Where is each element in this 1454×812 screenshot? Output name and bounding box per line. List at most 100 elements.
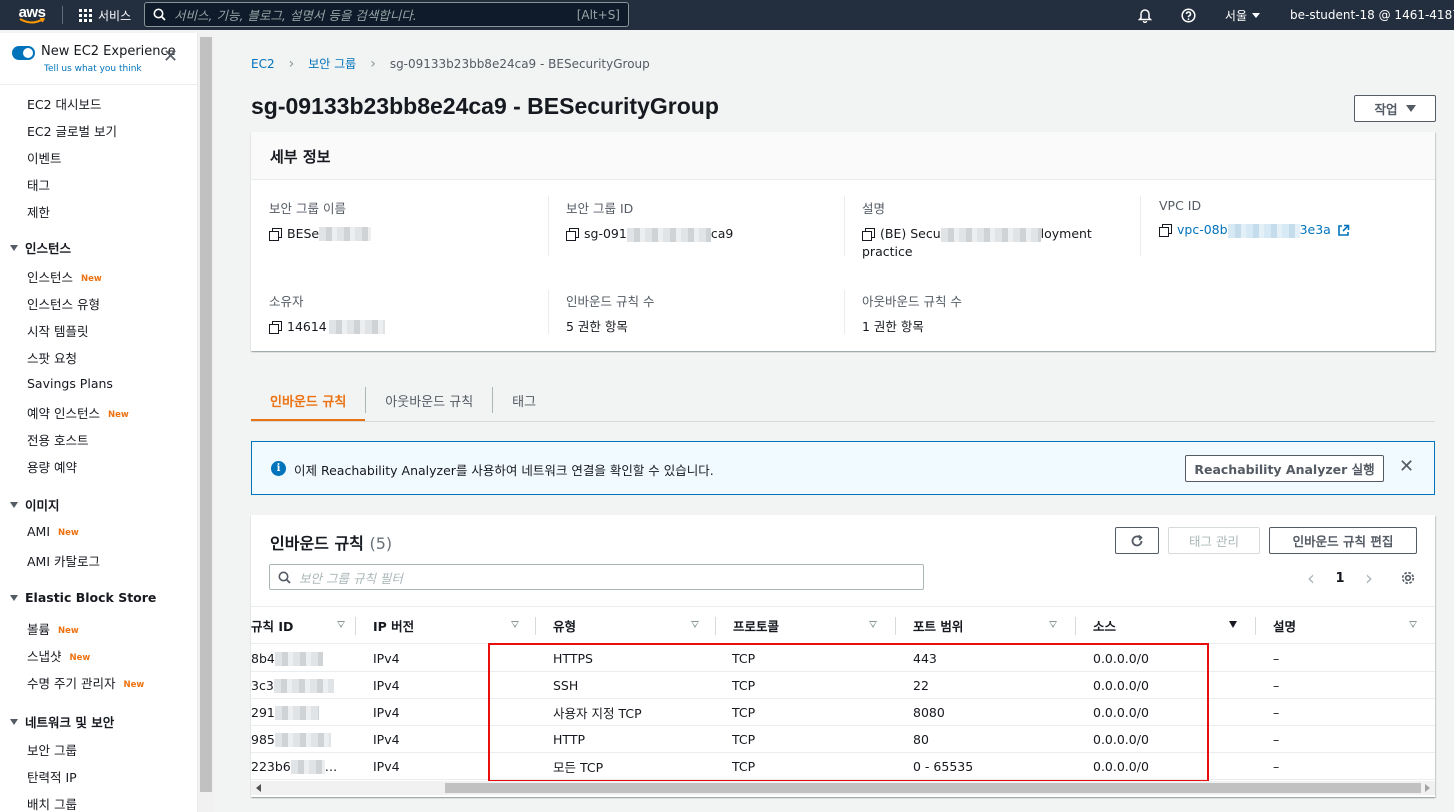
rules-filter-input[interactable]: 보안 그룹 규칙 필터 xyxy=(269,564,924,590)
column-header-rule-id[interactable]: 규칙 ID xyxy=(251,607,345,643)
column-header-description[interactable]: 설명 xyxy=(1273,607,1417,643)
sidebar-item-capacity-reservations[interactable]: 용량 예약 xyxy=(27,457,77,476)
vpc-id-link[interactable]: vpc-08b 3e3a xyxy=(1177,221,1331,239)
sidebar-item-savings-plans[interactable]: Savings Plans xyxy=(27,376,113,391)
sort-icon[interactable] xyxy=(1409,621,1417,628)
column-divider[interactable] xyxy=(1255,617,1256,635)
run-reachability-analyzer-button[interactable]: Reachability Analyzer 실행 xyxy=(1185,455,1384,482)
sort-icon[interactable] xyxy=(337,621,345,628)
sidebar-item-tags[interactable]: 태그 xyxy=(27,175,50,194)
sort-icon[interactable] xyxy=(869,621,877,628)
scrollbar-thumb[interactable] xyxy=(445,783,1421,793)
rules-table-header: 규칙 ID IP 버전 유형 프로토콜 포트 범위 소스 설명 xyxy=(251,606,1435,644)
global-search-input[interactable]: 서비스, 기능, 블로그, 설명서 등을 검색합니다. [Alt+S] xyxy=(144,2,629,27)
sort-icon[interactable] xyxy=(1049,621,1057,628)
sidebar-item-events[interactable]: 이벤트 xyxy=(27,148,62,167)
owner-value: 14614 xyxy=(287,319,327,334)
close-icon[interactable]: ✕ xyxy=(1399,457,1414,477)
cell-ip-version: IPv4 xyxy=(373,732,400,747)
column-divider[interactable] xyxy=(535,617,536,635)
chevron-right-icon: › xyxy=(288,55,295,72)
sidebar-item-volumes[interactable]: 볼륨 New xyxy=(27,619,79,638)
caret-down-icon xyxy=(10,501,18,508)
sort-icon[interactable] xyxy=(511,621,519,628)
column-divider[interactable] xyxy=(355,617,356,635)
sidebar-item-instances[interactable]: 인스턴스 New xyxy=(27,267,102,286)
redacted-mask xyxy=(290,759,325,774)
region-selector[interactable]: 서울 xyxy=(1211,7,1274,24)
sidebar-item-ami[interactable]: AMI New xyxy=(27,524,79,539)
refresh-button[interactable] xyxy=(1115,527,1159,554)
breadcrumb-ec2[interactable]: EC2 xyxy=(251,57,275,71)
chevron-down-icon xyxy=(1252,12,1260,18)
scroll-right-icon[interactable] xyxy=(1425,784,1430,792)
search-icon xyxy=(278,571,291,584)
sidebar-item-dedicated-hosts[interactable]: 전용 호스트 xyxy=(27,430,88,449)
sidebar-item-limits[interactable]: 제한 xyxy=(27,202,50,221)
breadcrumb-current: sg-09133b23bb8e24ca9 - BESecurityGroup xyxy=(389,56,650,71)
sg-name-field: 보안 그룹 이름 BESe xyxy=(269,198,539,243)
sidebar-item-reserved-instances[interactable]: 예약 인스턴스 New xyxy=(27,403,129,422)
actions-button[interactable]: 작업 xyxy=(1354,95,1436,122)
caret-down-icon xyxy=(10,244,18,251)
previous-page-icon[interactable]: ‹ xyxy=(1307,566,1329,590)
sidebar-item-ami-catalog[interactable]: AMI 카탈로그 xyxy=(27,551,100,570)
tab-outbound-rules[interactable]: 아웃바운드 규칙 xyxy=(366,378,492,422)
gear-icon[interactable] xyxy=(1400,570,1416,586)
scroll-left-icon[interactable] xyxy=(256,784,261,792)
aws-logo[interactable]: aws xyxy=(10,0,54,30)
sidebar-item-spot-requests[interactable]: 스팟 요청 xyxy=(27,348,77,367)
services-menu[interactable]: 서비스 xyxy=(79,7,131,24)
column-header-source[interactable]: 소스 xyxy=(1093,607,1237,643)
sidebar-item-launch-templates[interactable]: 시작 템플릿 xyxy=(27,321,88,340)
sidebar-item-instance-types[interactable]: 인스턴스 유형 xyxy=(27,294,100,313)
tab-underline xyxy=(251,421,1435,422)
sidebar-item-security-groups[interactable]: 보안 그룹 xyxy=(27,740,77,759)
tab-tags[interactable]: 태그 xyxy=(493,378,555,422)
sidebar-item-dashboard[interactable]: EC2 대시보드 xyxy=(27,94,102,113)
copy-icon[interactable] xyxy=(269,321,282,334)
sidebar-scrollbar[interactable] xyxy=(198,33,214,812)
feedback-link[interactable]: Tell us what you think xyxy=(44,64,142,74)
tab-inbound-rules[interactable]: 인바운드 규칙 xyxy=(251,378,366,422)
column-header-protocol[interactable]: 프로토콜 xyxy=(733,607,877,643)
column-divider[interactable] xyxy=(1075,617,1076,635)
help-button[interactable] xyxy=(1167,7,1211,23)
column-header-type[interactable]: 유형 xyxy=(553,607,699,643)
sidebar-item-global-view[interactable]: EC2 글로벌 보기 xyxy=(27,121,117,140)
inbound-count-label: 인바운드 규칙 수 xyxy=(566,294,655,309)
new-experience-toggle[interactable] xyxy=(12,46,35,60)
sidebar-section-images[interactable]: 이미지 xyxy=(10,495,60,514)
sidebar-section-network-security[interactable]: 네트워크 및 보안 xyxy=(10,712,114,731)
copy-icon[interactable] xyxy=(1159,224,1172,237)
table-horizontal-scrollbar[interactable] xyxy=(251,781,1435,795)
copy-icon[interactable] xyxy=(269,228,282,241)
external-link-icon[interactable] xyxy=(1337,224,1350,237)
manage-tags-button[interactable]: 태그 관리 xyxy=(1168,527,1260,554)
breadcrumb-security-groups[interactable]: 보안 그룹 xyxy=(308,55,356,72)
column-divider[interactable] xyxy=(715,617,716,635)
column-divider xyxy=(844,196,845,256)
sidebar-item-lifecycle-manager[interactable]: 수명 주기 관리자 New xyxy=(27,673,144,692)
inbound-count-field: 인바운드 규칙 수 5 권한 항목 xyxy=(566,291,836,336)
sidebar-item-snapshots[interactable]: 스냅샷 New xyxy=(27,646,90,665)
column-header-ip-version[interactable]: IP 버전 xyxy=(373,607,519,643)
sidebar-section-ebs[interactable]: Elastic Block Store xyxy=(10,590,156,605)
notifications-button[interactable] xyxy=(1123,8,1167,23)
account-menu[interactable]: be-student-18 @ 1461-4187-752 xyxy=(1274,8,1454,22)
scrollbar-thumb[interactable] xyxy=(200,37,212,792)
column-divider[interactable] xyxy=(895,617,896,635)
sort-icon[interactable] xyxy=(691,621,699,628)
page-number[interactable]: 1 xyxy=(1329,571,1351,586)
sidebar-item-placement-groups[interactable]: 배치 그룹 xyxy=(27,794,77,812)
redacted-mask xyxy=(626,227,711,242)
copy-icon[interactable] xyxy=(566,228,579,241)
edit-inbound-rules-button[interactable]: 인바운드 규칙 편집 xyxy=(1269,527,1417,554)
next-page-icon[interactable]: › xyxy=(1351,566,1373,590)
column-header-port-range[interactable]: 포트 범위 xyxy=(913,607,1057,643)
sidebar-item-elastic-ip[interactable]: 탄력적 IP xyxy=(27,767,77,786)
close-icon[interactable]: ✕ xyxy=(163,48,178,66)
copy-icon[interactable] xyxy=(862,228,875,241)
sidebar-section-instances[interactable]: 인스턴스 xyxy=(10,238,71,257)
sort-icon-active[interactable] xyxy=(1229,621,1237,628)
